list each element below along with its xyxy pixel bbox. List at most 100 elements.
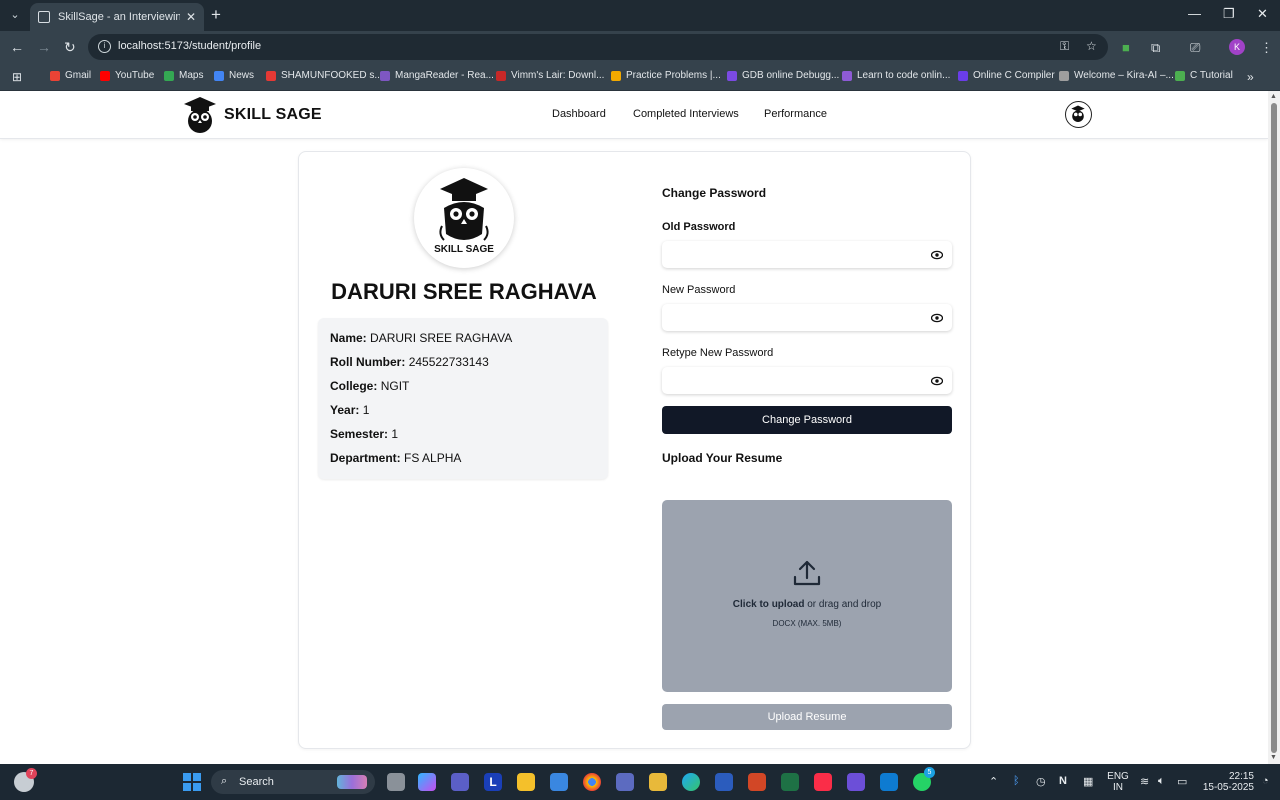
notification-bell-icon[interactable]: ◔: [1262, 775, 1269, 787]
new-tab-icon[interactable]: +: [211, 5, 221, 25]
browser-tab[interactable]: SkillSage - an Interviewing Platf ✕: [30, 3, 204, 31]
address-bar[interactable]: i localhost:5173/student/profile ⚿ ☆: [88, 34, 1108, 60]
profile-field-roll-number: Roll Number: 245522733143: [330, 355, 489, 369]
bookmark-favicon-icon: [266, 70, 276, 81]
language-indicator[interactable]: ENG IN: [1106, 771, 1130, 793]
app-l-icon[interactable]: L: [484, 773, 502, 791]
windows-taskbar: 7 ⌕ Search L 5 ⌃ ᛒ ◷ N ▦ ENG IN ≋ 🔈︎ ▭ 22…: [0, 764, 1280, 800]
volume-icon[interactable]: 🔈︎: [1158, 775, 1165, 788]
bookmark-youtube[interactable]: YouTube: [100, 70, 154, 81]
tab-search-icon[interactable]: ⌄: [6, 6, 24, 24]
change-password-heading: Change Password: [662, 186, 767, 200]
nav-performance-link[interactable]: Performance: [764, 108, 827, 120]
clock-app-icon[interactable]: ◷: [1036, 775, 1046, 788]
apps-grid-icon[interactable]: ⊞: [12, 70, 22, 84]
tray-app-icon[interactable]: N: [1059, 775, 1067, 787]
resume-dropzone[interactable]: Click to upload or drag and drop DOCX (M…: [662, 500, 952, 692]
profile-avatar-large: SKILL SAGE: [414, 168, 514, 268]
keyboard-layout-icon[interactable]: ▦: [1083, 775, 1093, 788]
bookmark-shamunfooked[interactable]: SHAMUNFOOKED s...: [266, 70, 383, 81]
new-password-field[interactable]: [662, 304, 952, 331]
scrollbar-thumb[interactable]: [1271, 103, 1277, 753]
file-explorer-icon[interactable]: [517, 773, 535, 791]
change-password-button[interactable]: Change Password: [662, 406, 952, 434]
bookmark-mangareader[interactable]: MangaReader - Rea...: [380, 70, 494, 81]
word-icon[interactable]: [715, 773, 733, 791]
bookmark-gdb-online[interactable]: GDB online Debugg...: [727, 70, 839, 81]
url-text[interactable]: localhost:5173/student/profile: [118, 40, 261, 52]
browser-menu-icon[interactable]: ⋮: [1260, 40, 1273, 56]
tab-close-icon[interactable]: ✕: [186, 10, 196, 24]
music-icon[interactable]: [814, 773, 832, 791]
more-bookmarks-icon[interactable]: »: [1247, 70, 1254, 84]
user-avatar[interactable]: [1065, 101, 1092, 128]
bluetooth-icon[interactable]: ᛒ: [1013, 775, 1020, 787]
restore-icon[interactable]: ❐: [1223, 6, 1235, 22]
back-icon[interactable]: ←: [10, 39, 24, 55]
profile-avatar[interactable]: K: [1229, 39, 1245, 55]
bookmark-favicon-icon: [1175, 70, 1185, 81]
extension-shield-icon[interactable]: ■: [1122, 40, 1130, 55]
show-password-eye-icon[interactable]: [931, 312, 943, 324]
media-player-icon[interactable]: [847, 773, 865, 791]
app-folder-icon[interactable]: [649, 773, 667, 791]
extensions-puzzle-icon[interactable]: ⧉: [1151, 40, 1160, 56]
wifi-icon[interactable]: ≋: [1140, 775, 1149, 788]
taskbar-search-label: Search: [239, 776, 274, 788]
edge-icon[interactable]: [682, 773, 700, 791]
brand-name: SKILL SAGE: [224, 106, 322, 123]
profile-field-semester: Semester: 1: [330, 427, 399, 441]
store-icon[interactable]: [550, 773, 568, 791]
vscode-icon[interactable]: [880, 773, 898, 791]
show-password-eye-icon[interactable]: [931, 249, 943, 261]
scroll-up-icon[interactable]: ▲: [1270, 93, 1277, 100]
weather-widget-icon[interactable]: 7: [14, 768, 37, 792]
cast-icon[interactable]: ⎚: [1190, 40, 1200, 56]
teams-icon[interactable]: [451, 773, 469, 791]
bookmark-c-tutorial[interactable]: C Tutorial: [1175, 70, 1233, 81]
minimize-icon[interactable]: —: [1188, 6, 1201, 21]
bookmark-learn-to-code[interactable]: Learn to code onlin...: [842, 70, 950, 81]
show-password-eye-icon[interactable]: [931, 375, 943, 387]
upload-resume-button[interactable]: Upload Resume: [662, 704, 952, 730]
bookmark-vimms-lair[interactable]: Vimm's Lair: Downl...: [496, 70, 604, 81]
copilot-icon[interactable]: [418, 773, 436, 791]
nav-completed-interviews-link[interactable]: Completed Interviews: [633, 108, 739, 120]
bookmark-news[interactable]: News: [214, 70, 254, 81]
battery-icon[interactable]: ▭: [1177, 775, 1187, 788]
bookmark-practice-problems[interactable]: Practice Problems |...: [611, 70, 721, 81]
upload-icon: [793, 560, 821, 586]
weather-badge: 7: [26, 768, 37, 779]
news-icon: [214, 70, 224, 81]
powerpoint-icon[interactable]: [748, 773, 766, 791]
page-scrollbar[interactable]: ▲ ▼: [1268, 91, 1280, 764]
app-paint-icon[interactable]: [616, 773, 634, 791]
brand-logo[interactable]: SKILL SAGE: [180, 95, 322, 135]
bookmark-maps[interactable]: Maps: [164, 70, 203, 81]
task-view-icon[interactable]: [387, 773, 405, 791]
excel-icon[interactable]: [781, 773, 799, 791]
bookmark-star-icon[interactable]: ☆: [1086, 39, 1097, 53]
retype-password-field[interactable]: [662, 367, 952, 394]
bookmark-kira-ai[interactable]: Welcome – Kira-AI –...: [1059, 70, 1174, 81]
nav-dashboard-link[interactable]: Dashboard: [552, 108, 606, 120]
click-to-upload-text[interactable]: Click to upload: [733, 599, 805, 610]
tray-overflow-icon[interactable]: ⌃: [989, 775, 998, 788]
taskbar-clock[interactable]: 22:15 15-05-2025: [1198, 771, 1254, 793]
chrome-icon[interactable]: [583, 773, 601, 791]
bookmark-favicon-icon: [727, 70, 737, 81]
profile-field-year: Year: 1: [330, 403, 370, 417]
bookmark-gmail[interactable]: Gmail: [50, 70, 91, 81]
scroll-down-icon[interactable]: ▼: [1270, 754, 1277, 761]
old-password-field[interactable]: [662, 241, 952, 268]
taskbar-search[interactable]: ⌕ Search: [211, 770, 375, 794]
reload-icon[interactable]: ↻: [64, 39, 76, 56]
close-window-icon[interactable]: ✕: [1257, 6, 1268, 22]
whatsapp-icon[interactable]: 5: [913, 767, 935, 791]
profile-card: SKILL SAGE DARURI SREE RAGHAVA Name: DAR…: [298, 151, 971, 749]
bookmark-online-c-compiler[interactable]: Online C Compiler: [958, 70, 1055, 81]
site-info-icon[interactable]: i: [98, 40, 111, 53]
forward-icon[interactable]: →: [37, 39, 51, 55]
windows-start-icon[interactable]: [183, 773, 201, 791]
password-key-icon[interactable]: ⚿: [1060, 39, 1069, 54]
